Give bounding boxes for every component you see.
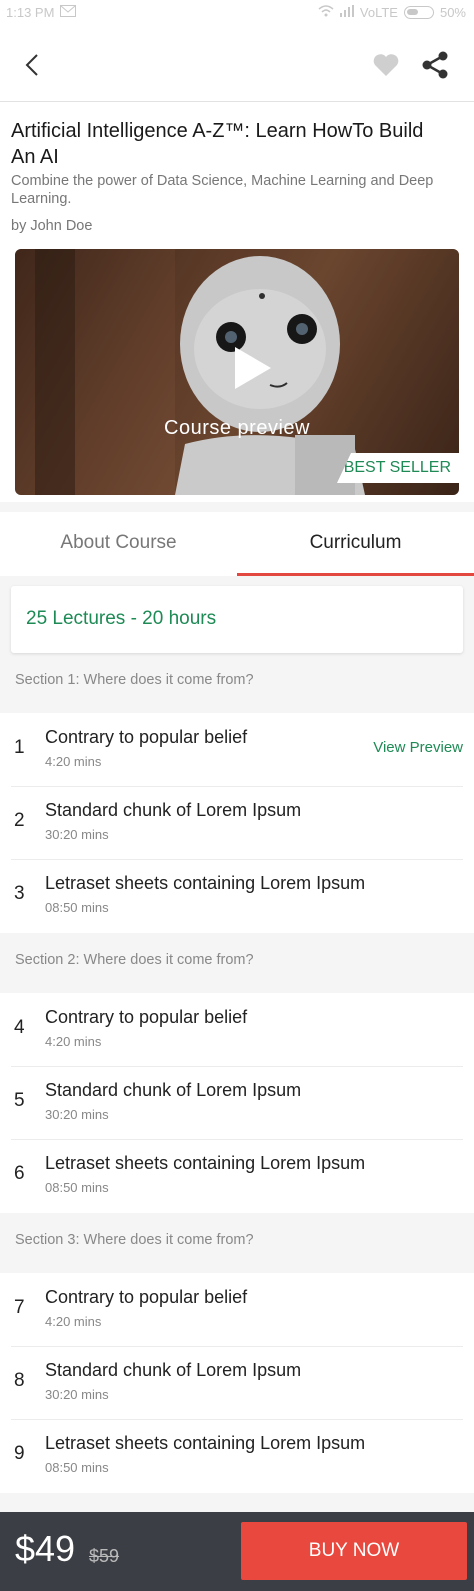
app-bar (0, 26, 474, 102)
lecture-row[interactable]: 3 Letraset sheets containing Lorem Ipsum… (0, 859, 474, 932)
wifi-icon (318, 5, 334, 20)
lecture-title: Letraset sheets containing Lorem Ipsum (45, 1153, 366, 1173)
lecture-number: 2 (14, 810, 25, 831)
lecture-number: 5 (14, 1090, 25, 1111)
lecture-title: Standard chunk of Lorem Ipsum (45, 1080, 302, 1100)
course-tabs: About Course Curriculum (0, 512, 474, 576)
lecture-duration: 4:20 mins (45, 1314, 102, 1329)
battery-icon (403, 6, 434, 19)
lecture-title: Letraset sheets containing Lorem Ipsum (45, 1433, 366, 1453)
lecture-duration: 30:20 mins (45, 827, 109, 842)
lecture-title: Standard chunk of Lorem Ipsum (45, 1360, 302, 1380)
mail-icon (60, 5, 77, 20)
lecture-row[interactable]: 7 Contrary to popular belief 4:20 mins (0, 1273, 474, 1347)
lecture-title: Contrary to popular belief (45, 727, 248, 747)
preview-caption: Course preview (164, 417, 310, 439)
lecture-row[interactable]: 1 Contrary to popular belief 4:20 mins V… (0, 713, 474, 787)
lecture-duration: 30:20 mins (45, 1107, 109, 1122)
lecture-row[interactable]: 5 Standard chunk of Lorem Ipsum 30:20 mi… (0, 1066, 474, 1140)
lecture-title: Standard chunk of Lorem Ipsum (45, 800, 302, 820)
tab-about-course[interactable]: About Course (0, 512, 237, 576)
status-time: 1:13 PM (6, 5, 55, 20)
buy-now-button[interactable]: BUY NOW (241, 1522, 467, 1580)
lectures-count: 25 Lectures - 20 hours (26, 608, 217, 629)
heart-icon[interactable] (371, 50, 401, 80)
section-lectures: 7 Contrary to popular belief 4:20 mins 8… (0, 1273, 474, 1493)
share-icon[interactable] (420, 50, 450, 80)
lecture-title: Letraset sheets containing Lorem Ipsum (45, 873, 366, 893)
course-subtitle: Combine the power of Data Science, Machi… (11, 173, 434, 207)
curriculum-summary: 25 Lectures - 20 hours (11, 586, 463, 653)
lecture-duration: 30:20 mins (45, 1387, 109, 1402)
section-title: Section 2: Where does it come from? (15, 952, 254, 968)
section-lectures: 1 Contrary to popular belief 4:20 mins V… (0, 713, 474, 933)
network-label: VoLTE (359, 5, 398, 20)
best-seller-badge: BEST SELLER (337, 453, 459, 483)
lecture-row[interactable]: 6 Letraset sheets containing Lorem Ipsum… (0, 1139, 474, 1212)
battery-percent: 50% (439, 5, 466, 20)
lecture-duration: 4:20 mins (45, 754, 102, 769)
lecture-title: Contrary to popular belief (45, 1287, 248, 1307)
section-title: Section 3: Where does it come from? (15, 1232, 254, 1248)
view-preview-link[interactable]: View Preview (373, 739, 463, 756)
lecture-number: 3 (14, 883, 25, 904)
course-title: Artificial Intelligence A-Z™: Learn HowT… (11, 120, 424, 168)
purchase-bar: $49 $59 BUY NOW (0, 1512, 474, 1591)
lecture-number: 8 (14, 1370, 25, 1391)
back-arrow-icon[interactable] (18, 50, 48, 80)
section-lectures: 4 Contrary to popular belief 4:20 mins 5… (0, 993, 474, 1213)
lecture-row[interactable]: 4 Contrary to popular belief 4:20 mins (0, 993, 474, 1067)
lecture-number: 4 (14, 1017, 25, 1038)
tab-curriculum[interactable]: Curriculum (237, 512, 474, 576)
lecture-row[interactable]: 9 Letraset sheets containing Lorem Ipsum… (0, 1419, 474, 1492)
lecture-title: Contrary to popular belief (45, 1007, 248, 1027)
play-icon[interactable] (233, 345, 273, 396)
lecture-number: 9 (14, 1443, 25, 1464)
lecture-row[interactable]: 2 Standard chunk of Lorem Ipsum 30:20 mi… (0, 786, 474, 860)
lecture-duration: 08:50 mins (45, 900, 109, 915)
current-price: $49 (15, 1528, 76, 1569)
status-bar: 1:13 PM VoLTE 50% (0, 0, 474, 26)
original-price: $59 (89, 1546, 120, 1566)
lecture-number: 6 (14, 1163, 25, 1184)
lecture-row[interactable]: 8 Standard chunk of Lorem Ipsum 30:20 mi… (0, 1346, 474, 1420)
section-title: Section 1: Where does it come from? (15, 672, 254, 688)
course-preview-video[interactable]: Course preview BEST SELLER (15, 249, 459, 495)
lecture-duration: 08:50 mins (45, 1180, 109, 1195)
lecture-duration: 4:20 mins (45, 1034, 102, 1049)
lecture-number: 1 (14, 737, 25, 758)
course-author: by John Doe (11, 218, 93, 234)
lecture-duration: 08:50 mins (45, 1460, 109, 1475)
signal-icon (339, 5, 354, 20)
lecture-number: 7 (14, 1297, 25, 1318)
